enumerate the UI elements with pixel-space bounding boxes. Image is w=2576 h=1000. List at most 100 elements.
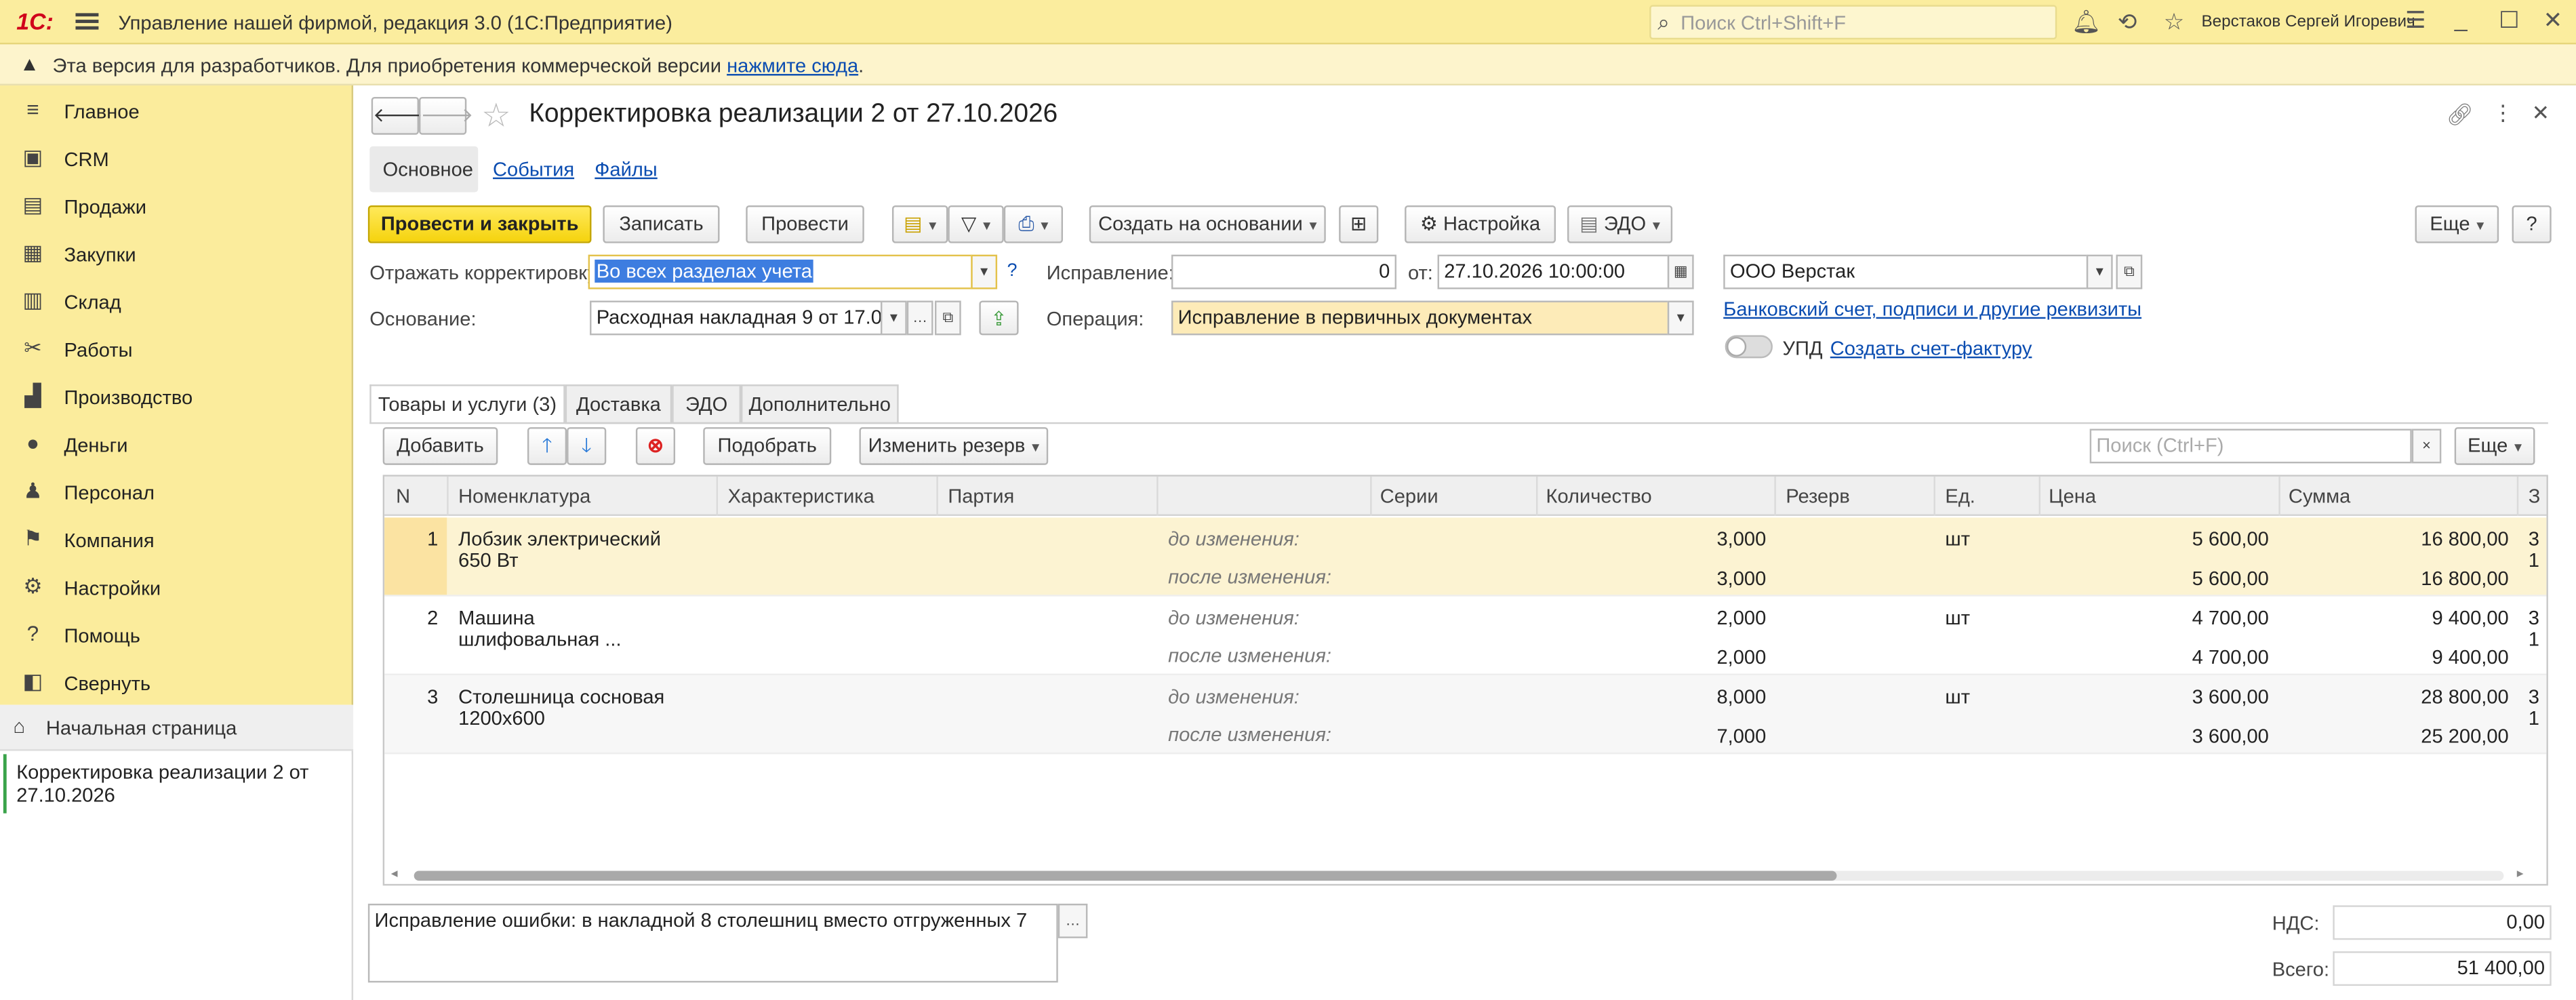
structure-button[interactable]: ⊞ [1339,205,1379,243]
row-unit: шт [1945,606,1971,630]
tab-goods[interactable]: Товары и услуги (3) [369,384,565,424]
create-invoice-link[interactable]: Создать счет-фактуру [1830,337,2032,360]
reflect-input[interactable]: Во всех разделах учета [588,254,973,289]
sidebar-item-crm[interactable]: ▣ CRM [0,135,353,182]
company-open-button[interactable]: ⧉ [2116,254,2143,289]
history-icon[interactable]: ⟲ [2118,8,2137,36]
more-button[interactable]: Еще [2415,205,2499,243]
sidebar-item-collapse[interactable]: ◧ Свернуть [0,659,353,706]
sidebar-item-works[interactable]: ✂ Работы [0,325,353,373]
tab-additional[interactable]: Дополнительно [740,384,899,424]
post-button[interactable]: Провести [746,205,864,243]
main-menu-icon[interactable] [75,10,99,33]
col-quantity[interactable]: Количество [1546,485,1652,508]
sidebar-item-settings[interactable]: ⚙ Настройки [0,563,353,611]
company-input[interactable]: ООО Верстак [1723,254,2089,289]
close-form-icon[interactable]: ✕ [2532,100,2550,127]
sidebar-item-main[interactable]: ≡ Главное [0,87,353,134]
table-row[interactable]: 3 Столешница сосновая 1200х600 до измене… [384,675,2547,755]
sidebar-item-production[interactable]: ▟ Производство [0,373,353,420]
upd-toggle[interactable] [1725,335,1773,359]
user-name[interactable]: Верстаков Сергей Игоревич [2201,13,2415,31]
col-n[interactable]: N [396,485,410,508]
move-up-button[interactable]: 🡑 [527,427,567,465]
tab-edo[interactable]: ЭДО [672,384,741,424]
favorite-star-icon[interactable]: ☆ [481,96,510,137]
sidebar-item-help[interactable]: ? Помощь [0,612,353,659]
edo-button[interactable]: ▤ ЭДО [1567,205,1673,243]
notice-link[interactable]: нажмите сюда [727,54,858,77]
fill-from-basis-button[interactable]: ⇪ [979,300,1019,336]
scroll-right-icon[interactable]: ▸ [2517,866,2524,881]
more-vertical-icon[interactable]: ⋮ [2492,100,2514,127]
pick-button[interactable]: Подобрать [703,427,832,465]
filter-dropdown[interactable]: ▽ [948,205,1004,243]
date-input[interactable]: 27.10.2026 10:00:00 [1437,254,1670,289]
col-nomenclature[interactable]: Номенклатура [458,485,590,508]
correction-number-input[interactable]: 0 [1171,254,1396,289]
reflect-dropdown-button[interactable]: ▾ [971,254,998,289]
sidebar-item-staff[interactable]: ♟ Персонал [0,468,353,516]
col-extra[interactable]: З [2529,485,2541,508]
col-reserve[interactable]: Резерв [1786,485,1849,508]
close-window-icon[interactable]: ✕ [2543,7,2562,35]
open-document-item[interactable]: Корректировка реализации 2 от 27.10.2026 [3,754,352,814]
col-characteristic[interactable]: Характеристика [728,485,874,508]
scrollbar-thumb[interactable] [414,871,1837,881]
bell-icon[interactable]: 🔔︎ [2072,8,2101,36]
horizontal-scrollbar[interactable] [414,871,2504,881]
back-button[interactable]: 🡐 [371,96,426,135]
settings-lines-icon[interactable]: ☰ [2405,7,2426,35]
sidebar-item-warehouse[interactable]: ▥ Склад [0,278,353,325]
operation-input[interactable]: Исправление в первичных документах [1171,300,1670,336]
comment-textarea[interactable]: Исправление ошибки: в накладной 8 столеш… [367,903,1058,983]
sidebar-item-purchases[interactable]: ▦ Закупки [0,230,353,277]
global-search-input[interactable]: ⌕ Поиск Ctrl+Shift+F [1649,5,2057,40]
tab-events[interactable]: События [493,158,574,181]
col-price[interactable]: Цена [2049,485,2096,508]
col-unit[interactable]: Ед. [1945,485,1975,508]
star-icon[interactable]: ☆ [2164,8,2184,36]
grid-search-input[interactable]: Поиск (Ctrl+F) [2089,428,2412,464]
scroll-left-icon[interactable]: ◂ [391,866,398,881]
change-reserve-button[interactable]: Изменить резерв [859,427,1049,465]
maximize-icon[interactable]: ☐ [2499,7,2519,35]
home-page-item[interactable]: ⌂ Начальная страница [0,704,354,751]
operation-dropdown-button[interactable]: ▾ [1667,300,1694,336]
help-button[interactable]: ? [2512,205,2552,243]
table-row[interactable]: 1 Лобзик электрический 650 Вт до изменен… [384,517,2547,597]
add-row-button[interactable]: Добавить [382,427,498,465]
sidebar-item-company[interactable]: ⚑ Компания [0,516,353,563]
tab-delivery[interactable]: Доставка [565,384,672,424]
col-sum[interactable]: Сумма [2289,485,2350,508]
company-dropdown-button[interactable]: ▾ [2086,254,2113,289]
col-series[interactable]: Серии [1380,485,1438,508]
print-dropdown[interactable]: ⎙ [1003,205,1064,243]
create-based-on-button[interactable]: Создать на основании [1089,205,1326,243]
sidebar-item-sales[interactable]: ▤ Продажи [0,182,353,230]
calendar-button[interactable]: ▦ [1667,254,1694,289]
grid-more-button[interactable]: Еще [2454,427,2535,465]
basis-select-button[interactable]: … [906,300,933,336]
delete-row-button[interactable]: ⊗ [635,427,676,465]
col-batch[interactable]: Партия [948,485,1014,508]
tab-files[interactable]: Файлы [595,158,657,181]
link-icon[interactable]: 🔗︎ [2447,102,2474,128]
basis-dropdown-button[interactable]: ▾ [880,300,907,336]
basis-open-button[interactable]: ⧉ [934,300,961,336]
table-row[interactable]: 2 Машина шлифовальная ... до изменения: … [384,596,2547,676]
post-and-close-button[interactable]: Провести и закрыть [367,205,592,243]
save-button[interactable]: Записать [603,205,720,243]
forward-button[interactable]: 🡒 [418,96,473,135]
reflect-help-icon[interactable]: ? [1007,261,1018,281]
basis-input[interactable]: Расходная накладная 9 от 17.09. [590,300,883,336]
move-down-button[interactable]: 🡓 [567,427,607,465]
sidebar-item-money[interactable]: ● Деньги [0,420,353,468]
grid-search-clear-button[interactable]: × [2411,428,2442,464]
bank-details-link[interactable]: Банковский счет, подписи и другие реквиз… [1723,298,2141,321]
comment-expand-button[interactable]: … [1058,903,1088,938]
settings-button[interactable]: ⚙ Настройка [1405,205,1556,243]
minimize-icon[interactable]: _ [2455,5,2468,31]
create-doc-dropdown[interactable]: ▤ [891,205,948,243]
tab-main[interactable]: Основное [369,146,479,193]
